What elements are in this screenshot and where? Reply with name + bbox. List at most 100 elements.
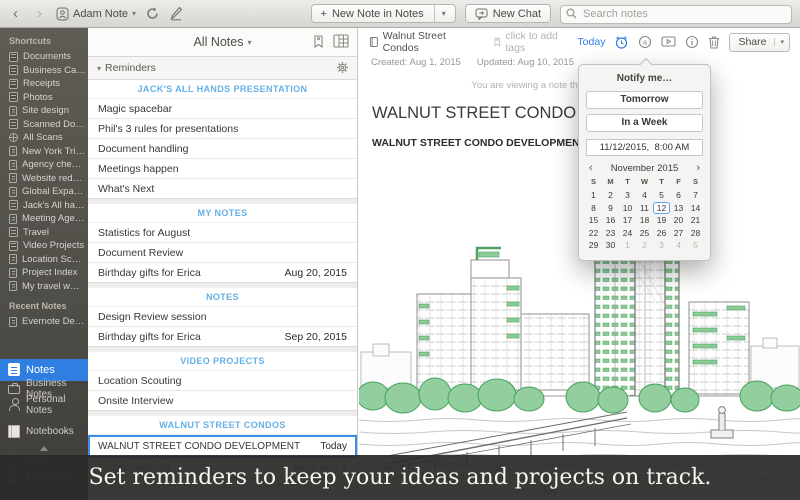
calendar-day[interactable]: 3 <box>653 239 670 252</box>
share-dropdown[interactable]: ▾ <box>774 38 789 46</box>
info-icon[interactable] <box>685 35 699 49</box>
calendar-day[interactable]: 26 <box>653 227 670 240</box>
calendar-day[interactable]: 11 <box>636 202 653 215</box>
calendar-next-button[interactable]: › <box>694 162 702 174</box>
calendar-day[interactable]: 2 <box>636 239 653 252</box>
reminder-date-label[interactable]: Today <box>577 36 605 48</box>
calendar-prev-button[interactable]: ‹ <box>587 162 595 174</box>
sidebar-item-my-travel-w[interactable]: My travel w… <box>0 280 88 294</box>
calendar-day[interactable]: 29 <box>585 239 602 252</box>
forward-button[interactable]: › <box>32 5 47 23</box>
calendar-day[interactable]: 3 <box>619 189 636 202</box>
sidebar-item-jack-s-all-ha[interactable]: Jack's All ha… <box>0 199 88 213</box>
note-list-item[interactable]: Document Review <box>88 243 357 263</box>
sidebar-item-documents[interactable]: Documents <box>0 50 88 64</box>
note-list-item[interactable]: What's Next <box>88 179 357 198</box>
calendar-day[interactable]: 13 <box>670 202 687 215</box>
note-list-item[interactable]: Birthday gifts for EricaAug 20, 2015 <box>88 263 357 282</box>
remind-tomorrow-button[interactable]: Tomorrow <box>586 91 703 109</box>
calendar-day[interactable]: 7 <box>687 189 704 202</box>
note-list-item[interactable]: Document handling <box>88 139 357 159</box>
calendar-day[interactable]: 21 <box>687 214 704 227</box>
pen-icon[interactable] <box>169 6 183 21</box>
note-list-item[interactable]: Magic spacebar <box>88 99 357 119</box>
sync-icon[interactable] <box>145 6 160 21</box>
calendar-day[interactable]: 9 <box>602 202 619 215</box>
sidebar-item-website-red[interactable]: Website red… <box>0 172 88 186</box>
notes-filter-dropdown[interactable]: All Notes ▾ <box>193 35 251 49</box>
calendar-day[interactable]: 4 <box>636 189 653 202</box>
sidebar-item-label: My travel w… <box>22 281 80 292</box>
sidebar-item-location-sc[interactable]: Location Sc… <box>0 253 88 267</box>
calendar-day[interactable]: 19 <box>653 214 670 227</box>
sidebar-item-all-scans[interactable]: All Scans <box>0 131 88 145</box>
calendar-day[interactable]: 24 <box>619 227 636 240</box>
note-list-item[interactable]: Location Scouting <box>88 371 357 391</box>
calendar-day[interactable]: 18 <box>636 214 653 227</box>
sidebar-item-scanned-do[interactable]: Scanned Do… <box>0 118 88 132</box>
new-note-button[interactable]: + New Note in Notes ▾ <box>311 4 456 23</box>
reminders-section-toggle[interactable]: ▾ Reminders <box>88 57 357 80</box>
cards-view-icon[interactable] <box>333 34 349 48</box>
reminder-datetime-input[interactable] <box>586 139 703 156</box>
sidebar-item-evernote-de[interactable]: Evernote De… <box>0 315 88 329</box>
note-list-item[interactable]: Meetings happen <box>88 159 357 179</box>
calendar-day[interactable]: 6 <box>670 189 687 202</box>
sidebar-item-travel[interactable]: Travel <box>0 226 88 240</box>
calendar-day[interactable]: 5 <box>687 239 704 252</box>
gear-icon[interactable] <box>336 61 349 74</box>
sidebar-item-photos[interactable]: Photos <box>0 91 88 105</box>
toolbar: ‹ › Adam Note ▾ + New Note in Notes ▾ <box>0 0 800 28</box>
add-tags-field[interactable]: click to add tags <box>493 30 572 54</box>
calendar-day[interactable]: 10 <box>619 202 636 215</box>
calendar-day[interactable]: 22 <box>585 227 602 240</box>
new-note-dropdown[interactable]: ▾ <box>442 9 446 18</box>
notebook-selector[interactable]: Walnut Street Condos <box>369 30 473 54</box>
calendar-day[interactable]: 27 <box>670 227 687 240</box>
notes-group-header: WALNUT STREET CONDOS <box>88 416 357 435</box>
sidebar-item-video-projects[interactable]: Video Projects <box>0 239 88 253</box>
account-switcher[interactable]: Adam Note ▾ <box>56 7 136 21</box>
back-button[interactable]: ‹ <box>8 5 23 23</box>
note-list-item[interactable]: Statistics for August <box>88 223 357 243</box>
sidebar-item-meeting-age[interactable]: Meeting Age… <box>0 212 88 226</box>
search-input[interactable] <box>560 5 792 24</box>
sidebar-item-project-index[interactable]: Project Index <box>0 266 88 280</box>
calendar-day[interactable]: 25 <box>636 227 653 240</box>
sidebar-item-new-york-tri[interactable]: New York Tri… <box>0 145 88 159</box>
share-button[interactable]: Share ▾ <box>729 33 790 52</box>
calendar-day[interactable]: 15 <box>585 214 602 227</box>
calendar-day[interactable]: 14 <box>687 202 704 215</box>
sidebar-item-global-expa[interactable]: Global Expa… <box>0 185 88 199</box>
sidebar-item-business-cards[interactable]: Business Cards <box>0 64 88 78</box>
calendar-day[interactable]: 5 <box>653 189 670 202</box>
note-list-item[interactable]: Phil's 3 rules for presentations <box>88 119 357 139</box>
remind-in-a-week-button[interactable]: In a Week <box>586 114 703 132</box>
note-list-item[interactable]: Design Review session <box>88 307 357 327</box>
calendar-day[interactable]: 17 <box>619 214 636 227</box>
calendar-day[interactable]: 16 <box>602 214 619 227</box>
calendar-day[interactable]: 23 <box>602 227 619 240</box>
sidebar-item-site-design[interactable]: Site design <box>0 104 88 118</box>
annotate-icon[interactable]: a <box>638 35 652 49</box>
new-chat-button[interactable]: New Chat <box>465 4 551 23</box>
reminder-alarm-icon[interactable] <box>614 35 629 50</box>
calendar-day[interactable]: 4 <box>670 239 687 252</box>
sidebar-item-receipts[interactable]: Receipts <box>0 77 88 91</box>
note-list-item[interactable]: Birthday gifts for EricaSep 20, 2015 <box>88 327 357 346</box>
calendar-day[interactable]: 1 <box>585 189 602 202</box>
sidebar-item-agency-che[interactable]: Agency che… <box>0 158 88 172</box>
calendar-day[interactable]: 8 <box>585 202 602 215</box>
calendar-day[interactable]: 28 <box>687 227 704 240</box>
trash-icon[interactable] <box>708 35 720 49</box>
calendar-day[interactable]: 1 <box>619 239 636 252</box>
calendar-day[interactable]: 12 <box>653 202 670 215</box>
sidebar-item-notebooks[interactable]: Notebooks <box>0 422 88 442</box>
calendar-day[interactable]: 30 <box>602 239 619 252</box>
tag-filter-icon[interactable] <box>312 34 325 49</box>
present-icon[interactable] <box>661 35 676 49</box>
calendar-day[interactable]: 2 <box>602 189 619 202</box>
note-list-item[interactable]: Onsite Interview <box>88 391 357 410</box>
calendar-day[interactable]: 20 <box>670 214 687 227</box>
sidebar-item-personal-notes[interactable]: Personal Notes <box>0 397 88 413</box>
